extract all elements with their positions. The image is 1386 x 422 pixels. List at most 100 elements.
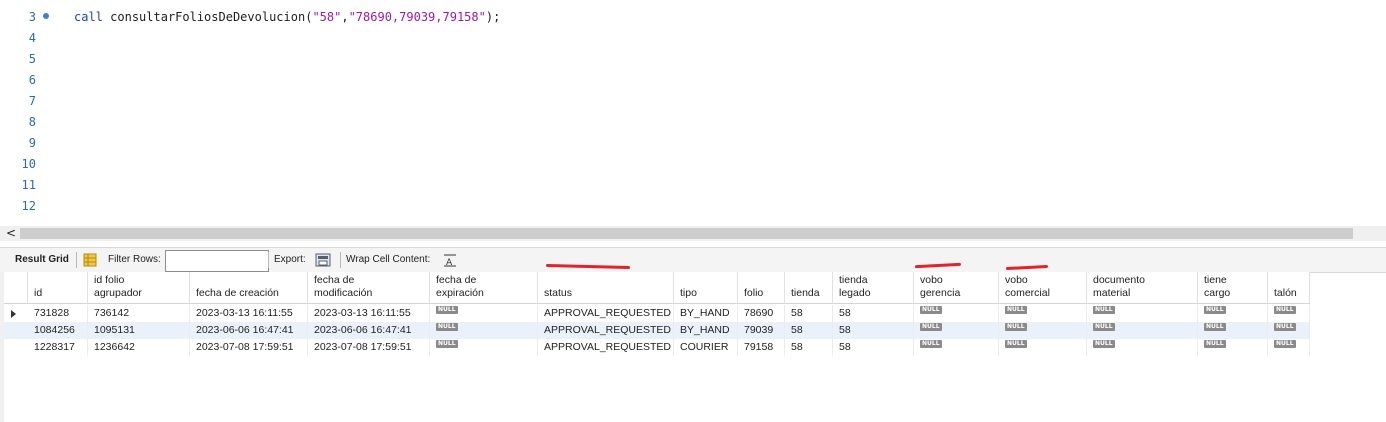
cell-fecha-modificacion[interactable]: 2023-07-08 17:59:51 (308, 339, 430, 356)
cell-tiene-cargo[interactable]: NULL (1198, 339, 1268, 356)
column-header[interactable]: tienda legado (833, 272, 914, 304)
null-badge: NULL (1274, 306, 1296, 314)
editor-horizontal-scrollbar[interactable]: < (0, 226, 1386, 241)
line-number: 11 (21, 178, 36, 192)
cell-documento-material[interactable]: NULL (1087, 322, 1198, 339)
null-badge: NULL (920, 323, 942, 331)
cell-tipo[interactable]: BY_HAND (674, 322, 738, 339)
cell-status[interactable]: APPROVAL_REQUESTED (538, 305, 674, 322)
separator (268, 252, 269, 268)
null-badge: NULL (1093, 340, 1115, 348)
cell-vobo-comercial[interactable]: NULL (999, 305, 1087, 322)
null-badge: NULL (436, 340, 458, 348)
result-grid-tab[interactable]: Result Grid (15, 248, 69, 272)
cell-id-folio-agrupador[interactable]: 1236642 (88, 339, 190, 356)
code-string-arg: "78690,79039,79158" (348, 10, 486, 24)
column-header[interactable]: id (28, 272, 88, 304)
export-icon[interactable] (315, 252, 331, 268)
cell-vobo-gerencia[interactable]: NULL (914, 322, 999, 339)
cell-folio[interactable]: 79158 (738, 339, 785, 356)
scrollbar-thumb[interactable] (20, 228, 1353, 239)
column-header[interactable]: tienda (785, 272, 833, 304)
column-header[interactable]: fecha de creación (190, 272, 308, 304)
cell-fecha-expiracion[interactable]: NULL (430, 339, 538, 356)
row-selector[interactable] (4, 322, 26, 339)
grid-view-icon[interactable] (82, 252, 98, 268)
line-number: 6 (28, 73, 36, 87)
row-selector-header (4, 272, 28, 304)
cell-fecha-modificacion[interactable]: 2023-03-13 16:11:55 (308, 305, 430, 322)
code-comma: , (341, 10, 349, 24)
wrap-cell-label: Wrap Cell Content: (346, 254, 431, 265)
cell-documento-material[interactable]: NULL (1087, 305, 1198, 322)
code-function: consultarFoliosDeDevolucion( (110, 10, 313, 24)
line-number: 4 (28, 31, 36, 45)
column-header[interactable]: vobo comercial (999, 272, 1087, 304)
cell-tiene-cargo[interactable]: NULL (1198, 322, 1268, 339)
sql-editor[interactable]: 3 4 5 6 7 8 9 10 11 12 call consultarFol… (0, 0, 1386, 226)
column-header[interactable]: tiene cargo (1198, 272, 1268, 304)
export-label: Export: (274, 254, 306, 265)
column-header[interactable]: documento material (1087, 272, 1198, 304)
separator (340, 252, 341, 268)
code-string-arg: "58" (312, 10, 342, 24)
cell-status[interactable]: APPROVAL_REQUESTED (538, 339, 674, 356)
null-badge: NULL (920, 306, 942, 314)
table-row[interactable]: 1228317 1236642 2023-07-08 17:59:51 2023… (4, 339, 1310, 356)
cell-id-folio-agrupador[interactable]: 1095131 (88, 322, 190, 339)
cell-documento-material[interactable]: NULL (1087, 339, 1198, 356)
cell-id-folio-agrupador[interactable]: 736142 (88, 305, 190, 322)
cell-id[interactable]: 1084256 (28, 322, 88, 339)
cell-tienda[interactable]: 58 (785, 322, 833, 339)
cell-tipo[interactable]: COURIER (674, 339, 738, 356)
cell-vobo-comercial[interactable]: NULL (999, 322, 1087, 339)
column-header[interactable]: talón (1268, 272, 1310, 304)
column-header[interactable]: tipo (674, 272, 738, 304)
cell-fecha-expiracion[interactable]: NULL (430, 322, 538, 339)
cell-id[interactable]: 1228317 (28, 339, 88, 356)
cell-tiene-cargo[interactable]: NULL (1198, 305, 1268, 322)
cell-tienda-legado[interactable]: 58 (833, 322, 914, 339)
cell-fecha-modificacion[interactable]: 2023-06-06 16:47:41 (308, 322, 430, 339)
cell-id[interactable]: 731828 (28, 305, 88, 322)
column-header[interactable]: folio (738, 272, 785, 304)
cell-fecha-creacion[interactable]: 2023-06-06 16:47:41 (190, 322, 308, 339)
cell-fecha-expiracion[interactable]: NULL (430, 305, 538, 322)
cell-vobo-gerencia[interactable]: NULL (914, 339, 999, 356)
cell-status[interactable]: APPROVAL_REQUESTED (538, 322, 674, 339)
row-selector[interactable] (4, 305, 26, 322)
scroll-left-icon[interactable]: < (6, 226, 16, 241)
cell-vobo-gerencia[interactable]: NULL (914, 305, 999, 322)
column-header[interactable]: fecha de expiración (430, 272, 538, 304)
column-header[interactable]: vobo gerencia (914, 272, 999, 304)
table-row[interactable]: 731828 736142 2023-03-13 16:11:55 2023-0… (4, 305, 1310, 322)
line-number: 8 (28, 115, 36, 129)
column-header[interactable]: fecha de modificación (308, 272, 430, 304)
cell-talon[interactable]: NULL (1268, 322, 1310, 339)
filter-rows-input[interactable] (165, 250, 269, 272)
cell-tienda-legado[interactable]: 58 (833, 305, 914, 322)
line-number: 9 (28, 136, 36, 150)
cell-tienda[interactable]: 58 (785, 305, 833, 322)
cell-folio[interactable]: 78690 (738, 305, 785, 322)
code-line[interactable]: call consultarFoliosDeDevolucion("58","7… (74, 9, 500, 25)
cell-tipo[interactable]: BY_HAND (674, 305, 738, 322)
row-selector[interactable] (4, 339, 26, 356)
cell-tienda[interactable]: 58 (785, 339, 833, 356)
null-badge: NULL (920, 340, 942, 348)
wrap-text-icon[interactable]: A (442, 252, 458, 268)
cell-vobo-comercial[interactable]: NULL (999, 339, 1087, 356)
column-header[interactable]: status (538, 272, 674, 304)
column-header[interactable]: id folio agrupador (88, 272, 190, 304)
line-number: 7 (28, 94, 36, 108)
cell-talon[interactable]: NULL (1268, 305, 1310, 322)
cell-talon[interactable]: NULL (1268, 339, 1310, 356)
cell-fecha-creacion[interactable]: 2023-07-08 17:59:51 (190, 339, 308, 356)
cell-fecha-creacion[interactable]: 2023-03-13 16:11:55 (190, 305, 308, 322)
cell-tienda-legado[interactable]: 58 (833, 339, 914, 356)
cell-folio[interactable]: 79039 (738, 322, 785, 339)
null-badge: NULL (1274, 340, 1296, 348)
line-number: 12 (21, 199, 36, 213)
null-badge: NULL (1204, 323, 1226, 331)
table-row[interactable]: 1084256 1095131 2023-06-06 16:47:41 2023… (4, 322, 1310, 339)
